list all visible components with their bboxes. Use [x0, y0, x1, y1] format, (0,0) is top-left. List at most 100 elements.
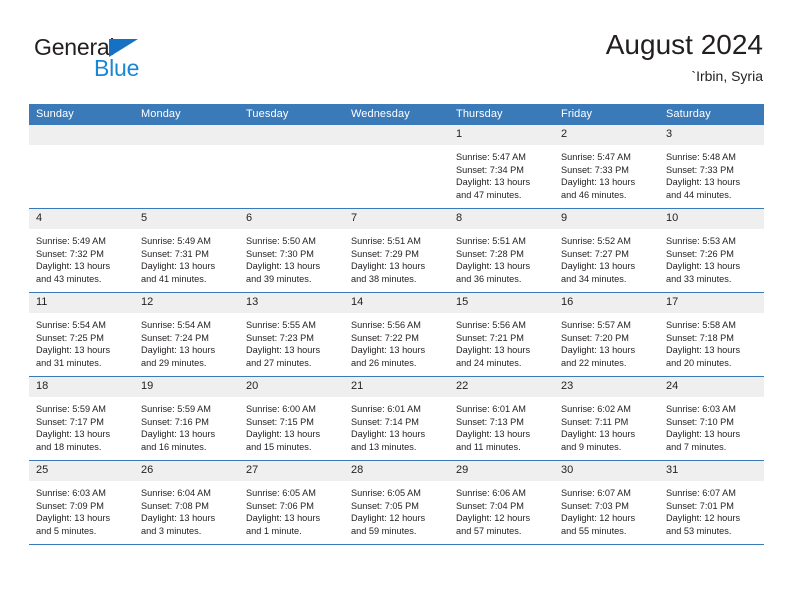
day-details: Sunrise: 5:49 AM Sunset: 7:31 PM Daylight:… — [134, 229, 239, 285]
calendar-day-cell[interactable]: 1 Sunrise: 5:47 AM Sunset: 7:34 PM Daylight… — [449, 125, 554, 209]
calendar-day-cell[interactable]: 23 Sunrise: 6:02 AM Sunset: 7:11 PM Dayligh… — [554, 376, 659, 461]
daylight-text-line2: and 38 minutes. — [351, 273, 417, 284]
sunrise-text: Sunrise: 5:58 AM — [666, 320, 736, 330]
calendar-day-cell[interactable]: 4 Sunrise: 5:49 AM Sunset: 7:32 PM Daylight… — [29, 208, 134, 293]
day-number: 10 — [659, 209, 764, 229]
calendar-table: Sunday Monday Tuesday Wednesday Thursday… — [29, 104, 764, 545]
calendar-day-cell[interactable]: 22 Sunrise: 6:01 AM Sunset: 7:13 PM Dayligh… — [449, 376, 554, 461]
sunrise-text: Sunrise: 5:56 AM — [351, 320, 421, 330]
daylight-text-line2: and 18 minutes. — [36, 441, 102, 452]
daylight-text-line1: Daylight: 13 hours — [456, 261, 531, 272]
calendar-week-row: 1 Sunrise: 5:47 AM Sunset: 7:34 PM Daylight… — [29, 125, 764, 209]
calendar-day-cell[interactable]: 13 Sunrise: 5:55 AM Sunset: 7:23 PM Dayligh… — [239, 292, 344, 377]
calendar-day-cell[interactable]: 21 Sunrise: 6:01 AM Sunset: 7:14 PM Dayligh… — [344, 376, 449, 461]
sunrise-text: Sunrise: 5:51 AM — [456, 236, 526, 246]
calendar-day-cell[interactable]: 6 Sunrise: 5:50 AM Sunset: 7:30 PM Daylight… — [239, 208, 344, 293]
daylight-text-line1: Daylight: 13 hours — [456, 345, 531, 356]
day-details: Sunrise: 6:04 AM Sunset: 7:08 PM Daylight:… — [134, 481, 239, 537]
sunset-text: Sunset: 7:04 PM — [456, 500, 524, 511]
daylight-text-line1: Daylight: 12 hours — [351, 513, 426, 524]
day-number: 25 — [29, 461, 134, 481]
title-block: August 2024 `Irbin, Syria — [606, 28, 763, 86]
general-blue-logo[interactable]: General Blue — [34, 34, 254, 94]
calendar-day-cell[interactable]: 27 Sunrise: 6:05 AM Sunset: 7:06 PM Dayligh… — [239, 460, 344, 545]
day-number: 30 — [554, 461, 659, 481]
day-details: Sunrise: 6:02 AM Sunset: 7:11 PM Daylight:… — [554, 397, 659, 453]
calendar-day-cell[interactable]: 24 Sunrise: 6:03 AM Sunset: 7:10 PM Dayligh… — [659, 376, 764, 461]
day-details: Sunrise: 6:07 AM Sunset: 7:01 PM Daylight:… — [659, 481, 764, 537]
daylight-text-line1: Daylight: 13 hours — [246, 345, 321, 356]
calendar-day-cell[interactable]: 10 Sunrise: 5:53 AM Sunset: 7:26 PM Dayligh… — [659, 208, 764, 293]
day-number — [239, 125, 344, 145]
sunset-text: Sunset: 7:27 PM — [561, 248, 629, 259]
weekday-header-saturday: Saturday — [659, 104, 764, 125]
calendar-day-cell[interactable]: 12 Sunrise: 5:54 AM Sunset: 7:24 PM Dayligh… — [134, 292, 239, 377]
day-details: Sunrise: 5:56 AM Sunset: 7:21 PM Daylight:… — [449, 313, 554, 369]
day-details: Sunrise: 6:01 AM Sunset: 7:13 PM Daylight:… — [449, 397, 554, 453]
calendar-day-cell[interactable]: 15 Sunrise: 5:56 AM Sunset: 7:21 PM Dayligh… — [449, 292, 554, 377]
sunset-text: Sunset: 7:15 PM — [246, 416, 314, 427]
day-details: Sunrise: 5:50 AM Sunset: 7:30 PM Daylight:… — [239, 229, 344, 285]
calendar-day-cell[interactable]: 28 Sunrise: 6:05 AM Sunset: 7:05 PM Dayligh… — [344, 460, 449, 545]
calendar-day-cell[interactable]: 11 Sunrise: 5:54 AM Sunset: 7:25 PM Dayligh… — [29, 292, 134, 377]
calendar-day-cell[interactable]: 25 Sunrise: 6:03 AM Sunset: 7:09 PM Dayligh… — [29, 460, 134, 545]
calendar-day-cell[interactable]: 31 Sunrise: 6:07 AM Sunset: 7:01 PM Dayligh… — [659, 460, 764, 545]
sunrise-text: Sunrise: 6:06 AM — [456, 488, 526, 498]
daylight-text-line1: Daylight: 13 hours — [246, 261, 321, 272]
daylight-text-line1: Daylight: 13 hours — [456, 177, 531, 188]
page-header: General Blue August 2024 `Irbin, Syria — [29, 28, 763, 98]
calendar-day-cell[interactable]: 18 Sunrise: 5:59 AM Sunset: 7:17 PM Dayligh… — [29, 376, 134, 461]
daylight-text-line2: and 24 minutes. — [456, 357, 522, 368]
daylight-text-line2: and 39 minutes. — [246, 273, 312, 284]
day-number: 27 — [239, 461, 344, 481]
daylight-text-line2: and 5 minutes. — [36, 525, 97, 536]
day-number: 18 — [29, 377, 134, 397]
sunset-text: Sunset: 7:14 PM — [351, 416, 419, 427]
calendar-grid: Sunday Monday Tuesday Wednesday Thursday… — [29, 104, 764, 545]
sunrise-text: Sunrise: 5:53 AM — [666, 236, 736, 246]
calendar-day-cell[interactable]: 8 Sunrise: 5:51 AM Sunset: 7:28 PM Daylight… — [449, 208, 554, 293]
sunset-text: Sunset: 7:09 PM — [36, 500, 104, 511]
calendar-day-cell[interactable]: 16 Sunrise: 5:57 AM Sunset: 7:20 PM Dayligh… — [554, 292, 659, 377]
day-details: Sunrise: 5:59 AM Sunset: 7:16 PM Daylight:… — [134, 397, 239, 453]
daylight-text-line2: and 57 minutes. — [456, 525, 522, 536]
sunrise-text: Sunrise: 6:03 AM — [666, 404, 736, 414]
calendar-day-cell[interactable]: 5 Sunrise: 5:49 AM Sunset: 7:31 PM Daylight… — [134, 208, 239, 293]
calendar-day-cell[interactable]: 20 Sunrise: 6:00 AM Sunset: 7:15 PM Dayligh… — [239, 376, 344, 461]
calendar-day-cell[interactable]: 26 Sunrise: 6:04 AM Sunset: 7:08 PM Dayligh… — [134, 460, 239, 545]
calendar-day-cell[interactable]: 19 Sunrise: 5:59 AM Sunset: 7:16 PM Dayligh… — [134, 376, 239, 461]
calendar-day-cell[interactable]: 3 Sunrise: 5:48 AM Sunset: 7:33 PM Daylight… — [659, 125, 764, 209]
daylight-text-line2: and 55 minutes. — [561, 525, 627, 536]
day-details: Sunrise: 6:01 AM Sunset: 7:14 PM Daylight:… — [344, 397, 449, 453]
location-subtitle: `Irbin, Syria — [691, 68, 763, 84]
calendar-day-cell[interactable]: 9 Sunrise: 5:52 AM Sunset: 7:27 PM Daylight… — [554, 208, 659, 293]
sunset-text: Sunset: 7:08 PM — [141, 500, 209, 511]
sunset-text: Sunset: 7:10 PM — [666, 416, 734, 427]
daylight-text-line1: Daylight: 13 hours — [561, 261, 636, 272]
sunset-text: Sunset: 7:34 PM — [456, 164, 524, 175]
day-number: 28 — [344, 461, 449, 481]
daylight-text-line2: and 46 minutes. — [561, 189, 627, 200]
calendar-week-row: 4 Sunrise: 5:49 AM Sunset: 7:32 PM Daylight… — [29, 208, 764, 293]
daylight-text-line2: and 29 minutes. — [141, 357, 207, 368]
calendar-day-cell[interactable]: 30 Sunrise: 6:07 AM Sunset: 7:03 PM Dayligh… — [554, 460, 659, 545]
sunset-text: Sunset: 7:33 PM — [561, 164, 629, 175]
calendar-day-cell[interactable]: 17 Sunrise: 5:58 AM Sunset: 7:18 PM Dayligh… — [659, 292, 764, 377]
sunrise-text: Sunrise: 6:02 AM — [561, 404, 631, 414]
day-number: 17 — [659, 293, 764, 313]
sunset-text: Sunset: 7:31 PM — [141, 248, 209, 259]
calendar-day-cell[interactable]: 14 Sunrise: 5:56 AM Sunset: 7:22 PM Dayligh… — [344, 292, 449, 377]
sunset-text: Sunset: 7:20 PM — [561, 332, 629, 343]
weekday-header-tuesday: Tuesday — [239, 104, 344, 125]
daylight-text-line2: and 1 minute. — [246, 525, 302, 536]
calendar-day-cell[interactable]: 7 Sunrise: 5:51 AM Sunset: 7:29 PM Daylight… — [344, 208, 449, 293]
calendar-day-cell[interactable]: 29 Sunrise: 6:06 AM Sunset: 7:04 PM Dayligh… — [449, 460, 554, 545]
daylight-text-line1: Daylight: 12 hours — [456, 513, 531, 524]
daylight-text-line2: and 31 minutes. — [36, 357, 102, 368]
calendar-body: 1 Sunrise: 5:47 AM Sunset: 7:34 PM Daylight… — [29, 125, 764, 545]
weekday-header-wednesday: Wednesday — [344, 104, 449, 125]
sunset-text: Sunset: 7:33 PM — [666, 164, 734, 175]
calendar-day-cell[interactable]: 2 Sunrise: 5:47 AM Sunset: 7:33 PM Daylight… — [554, 125, 659, 209]
sunset-text: Sunset: 7:03 PM — [561, 500, 629, 511]
calendar-day-cell-empty — [134, 125, 239, 209]
